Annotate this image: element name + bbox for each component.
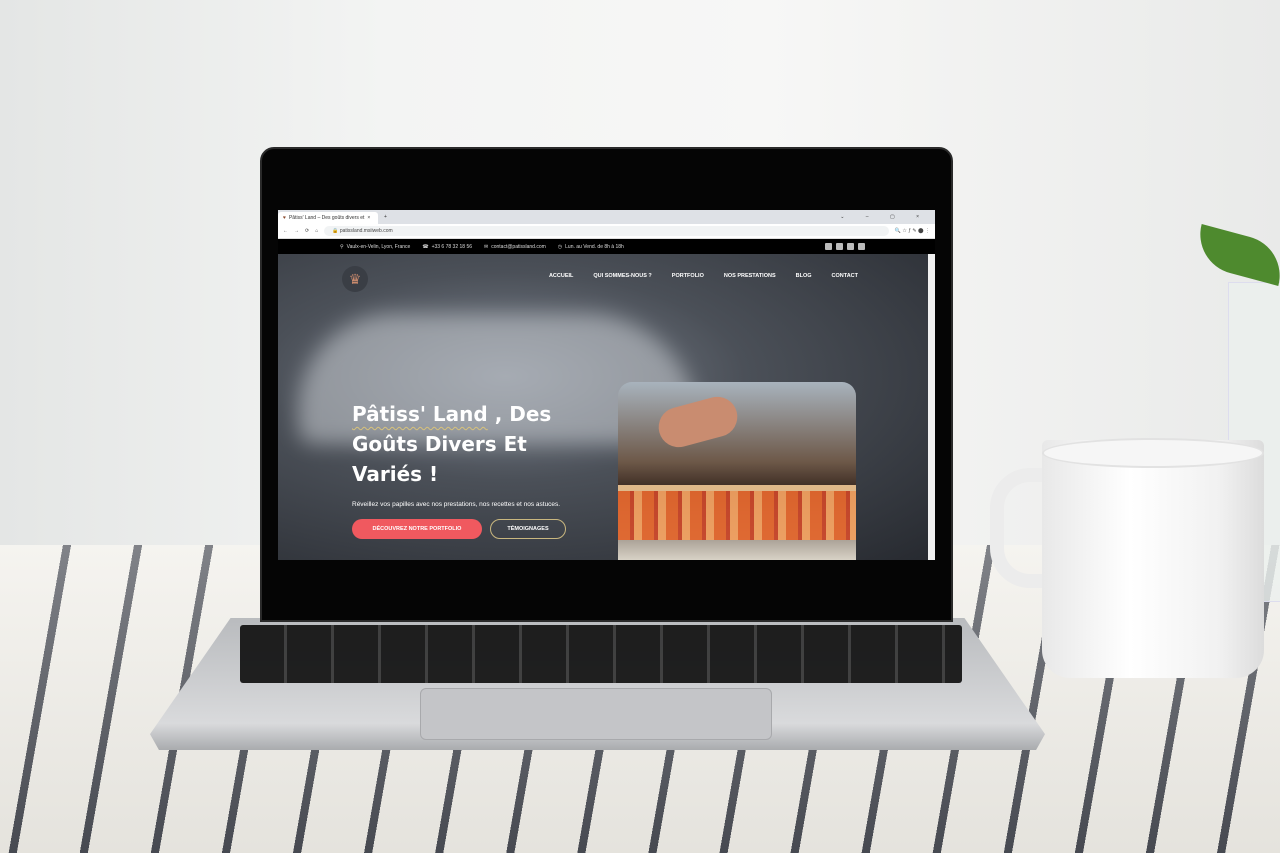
new-tab-icon[interactable]: + [384,214,387,220]
trackpad [420,688,772,740]
home-icon[interactable]: ⌂ [315,228,318,234]
laptop-screen: ♥ Pâtiss' Land – Des goûts divers et × + ⌄… [278,210,935,560]
hero-title: Pâtiss' Land , Des Goûts Divers Et Varié… [352,402,552,486]
site-logo[interactable]: ♛ [342,266,368,292]
clock-icon: ◷ [557,243,563,250]
nav-portfolio[interactable]: PORTFOLIO [672,273,704,279]
coffee-mug [1042,440,1264,678]
hands [654,392,742,452]
extensions-icons[interactable]: 🔍 ☆ ƒ ✎ ⬤ ⋮ [895,228,930,234]
youtube-icon[interactable] [858,243,865,250]
mail-icon: ✉ [484,243,489,250]
mug-rim [1042,438,1264,468]
browser-tab[interactable]: ♥ Pâtiss' Land – Des goûts divers et × [278,212,378,224]
window-controls[interactable]: ⌄ – ▢ × [840,214,929,220]
macarons-tray [618,485,856,540]
keyboard [240,625,962,683]
close-tab-icon[interactable]: × [367,215,370,221]
social-links [825,243,865,250]
facebook-icon[interactable] [825,243,832,250]
nav-blog[interactable]: BLOG [796,273,812,279]
macarons-photo [618,382,856,560]
nav-qui-sommes-nous[interactable]: QUI SOMMES-NOUS ? [593,273,651,279]
nav-contact[interactable]: CONTACT [832,273,858,279]
location-icon: ⚲ [340,243,344,250]
hero-section: ♛ ACCUEIL QUI SOMMES-NOUS ? PORTFOLIO NO… [278,254,928,560]
contact-topbar: ⚲ Vaulx-en-Velin, Lyon, France ☎ +33 6 78 … [278,239,935,254]
nav-accueil[interactable]: ACCUEIL [549,273,573,279]
reload-icon[interactable]: ⟳ [305,228,309,234]
browser-tabbar: ♥ Pâtiss' Land – Des goûts divers et × + ⌄… [278,210,935,224]
portfolio-button[interactable]: DÉCOUVREZ NOTRE PORTFOLIO [352,519,482,539]
favicon-icon: ♥ [283,215,286,221]
phone-icon: ☎ [422,243,429,250]
forward-icon[interactable]: → [294,228,299,234]
nav-prestations[interactable]: NOS PRESTATIONS [724,273,776,279]
twitter-icon[interactable] [836,243,843,250]
testimonials-button[interactable]: TÉMOIGNAGES [490,519,566,539]
hero-subtitle: Réveillez vos papilles avec nos prestati… [352,501,561,508]
instagram-icon[interactable] [847,243,854,250]
address-bar-row: ← → ⟳ ⌂ 🔒 patissland.msiiweb.com 🔍 ☆ ƒ ✎ ⬤ … [278,224,935,239]
back-icon[interactable]: ← [283,228,288,234]
main-nav: ACCUEIL QUI SOMMES-NOUS ? PORTFOLIO NOS … [549,273,858,279]
page-scrollbar[interactable] [928,254,935,560]
url-input[interactable]: 🔒 patissland.msiiweb.com [324,226,889,236]
